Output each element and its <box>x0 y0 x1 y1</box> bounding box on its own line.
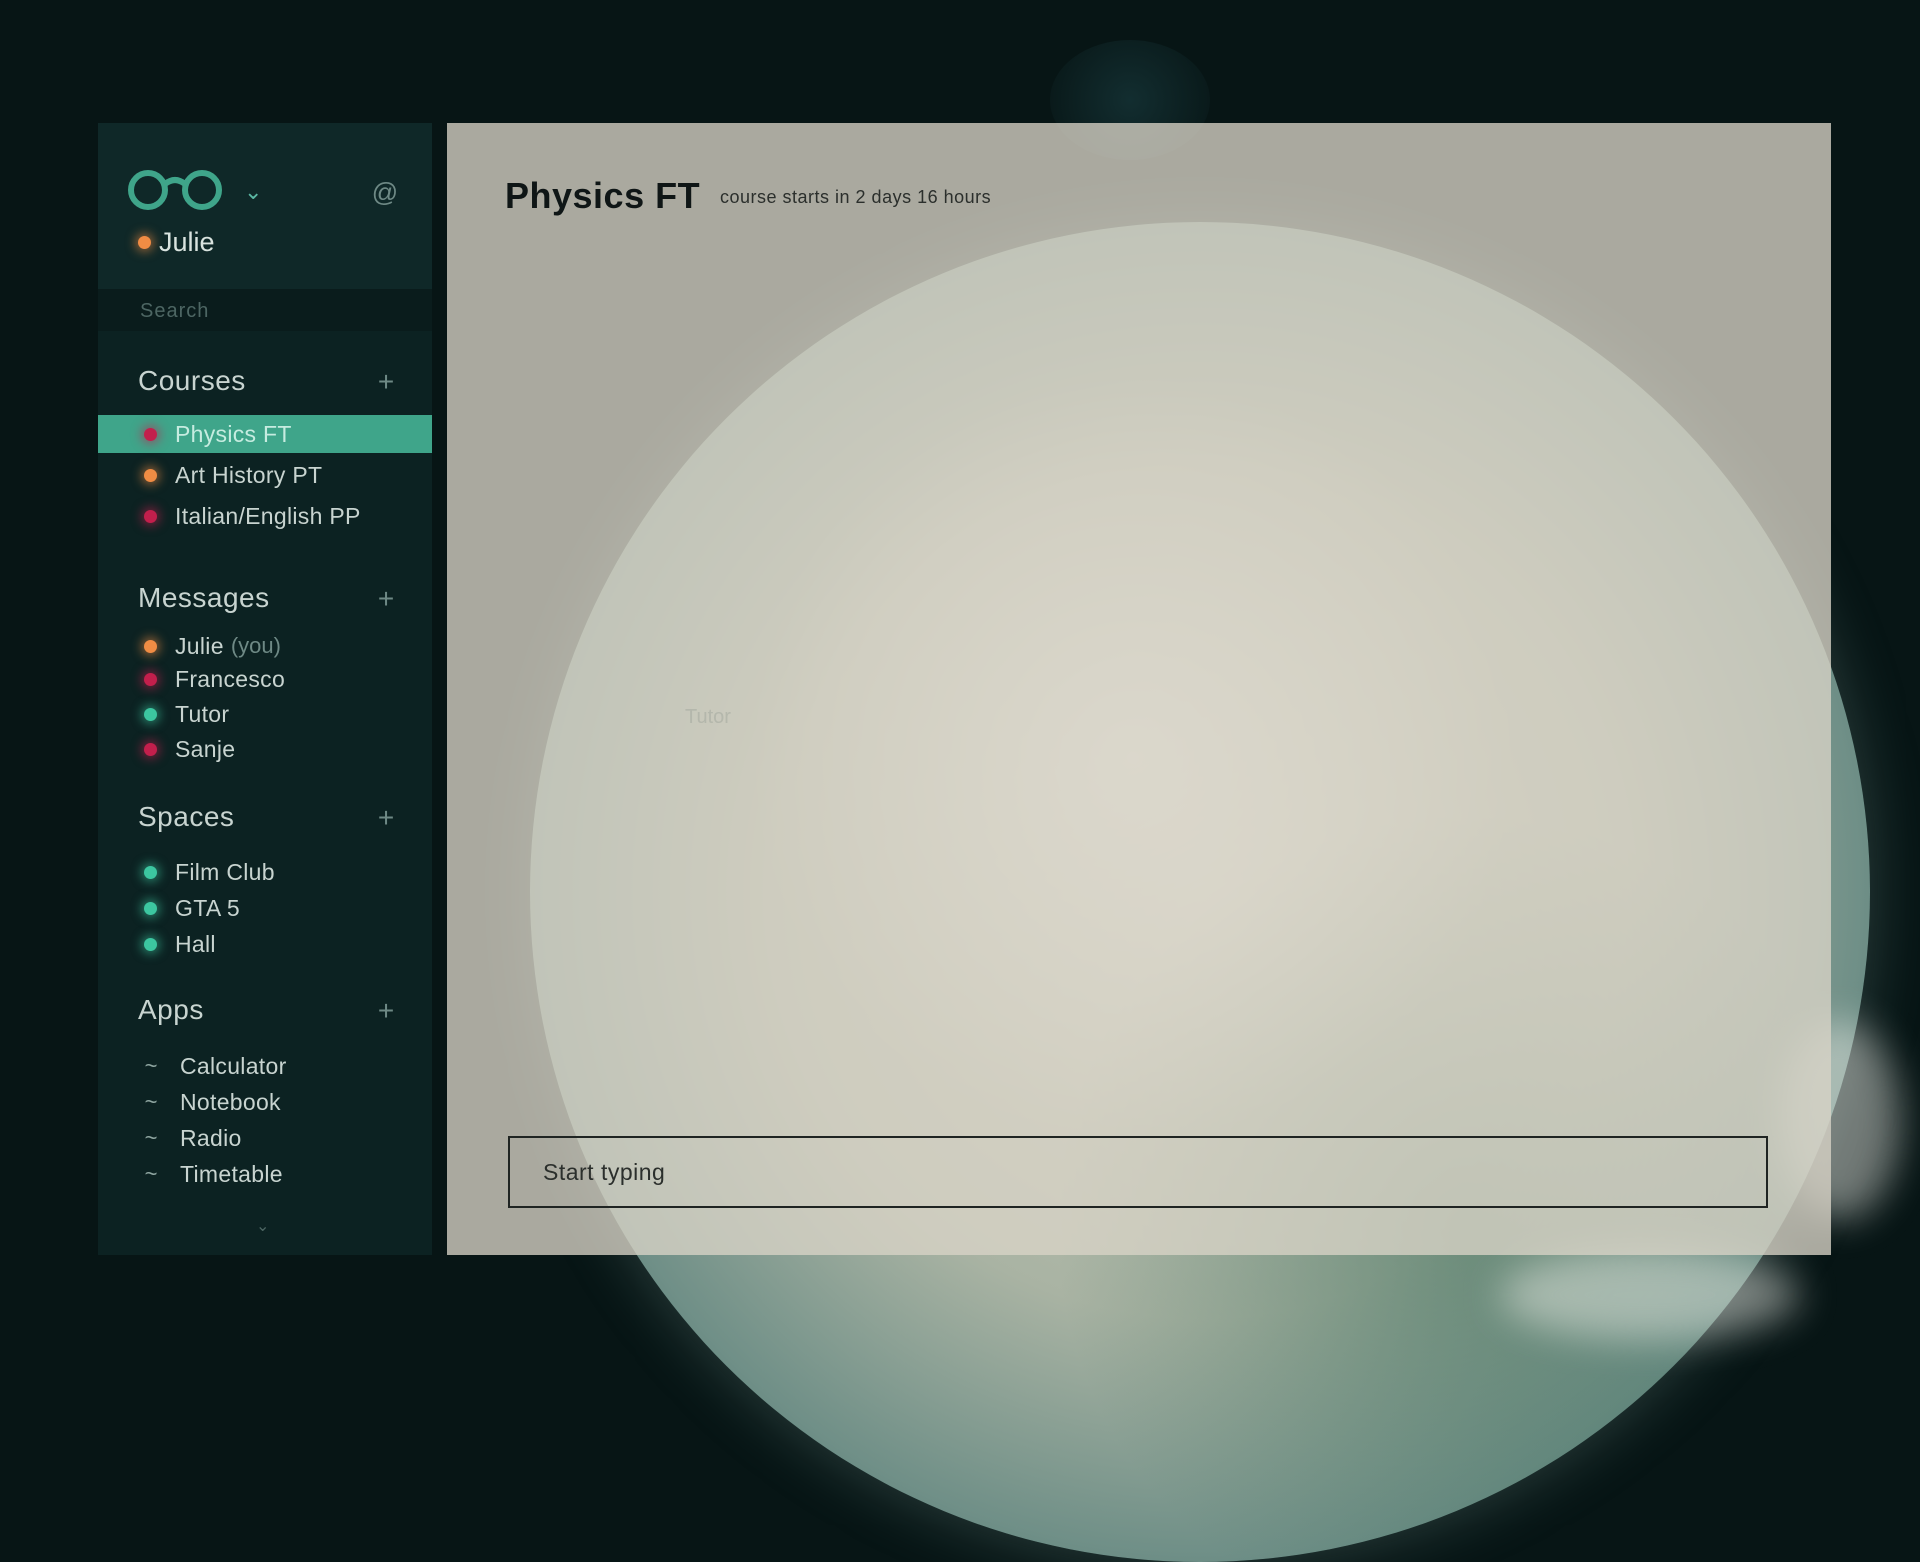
sidebar-item-label: Notebook <box>180 1088 281 1115</box>
main-panel: Physics FT course starts in 2 days 16 ho… <box>447 123 1831 1255</box>
sidebar-item-label: Film Club <box>175 858 275 885</box>
status-dot-icon <box>144 937 157 951</box>
sidebar-item-label: Francesco <box>175 665 286 692</box>
status-dot-icon <box>144 865 157 879</box>
sidebar-item-physics-ft[interactable]: Physics FT <box>98 415 432 453</box>
ghost-text: Tutor <box>685 706 731 728</box>
at-mention-icon[interactable]: @ <box>370 177 400 207</box>
status-dot-icon <box>144 639 157 653</box>
status-dot-icon <box>144 509 157 523</box>
sidebar-item-gta-5[interactable]: GTA 5 <box>98 889 432 927</box>
chevron-down-icon[interactable]: ⌄ <box>244 179 262 205</box>
user-name: Julie <box>159 227 215 257</box>
sidebar-item-label: Italian/English PP <box>175 502 361 529</box>
add-app-button[interactable]: + <box>374 997 398 1025</box>
tilde-icon: ~ <box>144 1125 158 1150</box>
sidebar-item-italian-english-pp[interactable]: Italian/English PP <box>98 497 432 535</box>
sidebar-item-label: Calculator <box>180 1052 287 1079</box>
sidebar-item-hall[interactable]: Hall <box>98 925 432 963</box>
earth-cloud <box>1500 1250 1800 1340</box>
add-space-button[interactable]: + <box>374 804 398 832</box>
sidebar-item-label: Tutor <box>175 700 230 727</box>
status-dot-icon <box>144 427 157 441</box>
scroll-down-chevron-icon[interactable]: ⌄ <box>256 1216 269 1236</box>
status-dot-icon <box>144 707 157 721</box>
message-composer[interactable] <box>508 1136 1768 1208</box>
add-message-button[interactable]: + <box>374 585 398 613</box>
sidebar-item-timetable[interactable]: ~ Timetable <box>98 1155 432 1193</box>
search-input[interactable] <box>138 296 412 326</box>
sidebar-item-notebook[interactable]: ~ Notebook <box>98 1083 432 1121</box>
sidebar-item-francesco[interactable]: Francesco <box>98 660 432 698</box>
sidebar-item-tutor[interactable]: Tutor <box>98 695 432 733</box>
course-countdown: course starts in 2 days 16 hours <box>720 187 992 207</box>
status-dot-icon <box>144 742 157 756</box>
you-suffix: (you) <box>230 633 281 658</box>
spaces-heading: Spaces <box>138 801 235 832</box>
status-dot-icon <box>144 672 157 686</box>
sidebar-item-film-club[interactable]: Film Club <box>98 853 432 891</box>
tilde-icon: ~ <box>144 1053 158 1078</box>
sidebar-item-label: Physics FT <box>175 420 292 447</box>
page-title: Physics FT <box>505 175 701 216</box>
sidebar-item-label: Julie <box>175 632 224 659</box>
sidebar-item-label: GTA 5 <box>175 894 240 921</box>
current-user[interactable]: Julie <box>138 227 215 258</box>
tilde-icon: ~ <box>144 1161 158 1186</box>
sidebar-item-label: Art History PT <box>175 461 323 488</box>
tilde-icon: ~ <box>144 1089 158 1114</box>
glasses-logo-icon[interactable] <box>128 167 222 213</box>
sidebar-item-sanje[interactable]: Sanje <box>98 730 432 768</box>
sidebar-item-label: Radio <box>180 1124 242 1151</box>
sidebar-item-label: Timetable <box>180 1160 283 1187</box>
status-dot-icon <box>144 468 157 482</box>
courses-heading: Courses <box>138 365 246 396</box>
sidebar-item-label: Hall <box>175 930 216 957</box>
sidebar-header: ⌄ @ Julie <box>98 123 432 289</box>
message-input[interactable] <box>510 1138 1766 1206</box>
messages-heading: Messages <box>138 582 270 613</box>
sidebar: ⌄ @ Julie Courses + Physics FT Art Histo… <box>98 123 432 1255</box>
status-dot-icon <box>138 236 151 249</box>
apps-heading: Apps <box>138 994 204 1025</box>
sidebar-item-label: Sanje <box>175 735 236 762</box>
sidebar-item-art-history-pt[interactable]: Art History PT <box>98 456 432 494</box>
sidebar-item-radio[interactable]: ~ Radio <box>98 1119 432 1157</box>
sidebar-item-calculator[interactable]: ~ Calculator <box>98 1047 432 1085</box>
add-course-button[interactable]: + <box>374 368 398 396</box>
status-dot-icon <box>144 901 157 915</box>
search-bar <box>98 289 432 331</box>
